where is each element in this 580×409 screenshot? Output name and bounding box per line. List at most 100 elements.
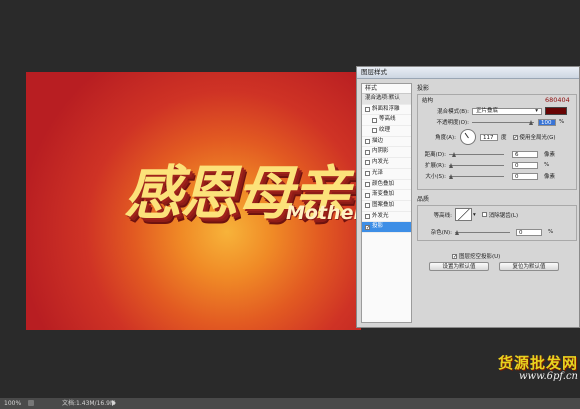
style-item[interactable]: 内发光 [362,158,411,169]
status-icon [28,400,34,406]
angle-label: 角度(A): [435,135,456,141]
style-item[interactable]: 光泽 [362,169,411,180]
global-light-label: 使用全局光(G) [519,135,556,141]
noise-input[interactable]: 0 [516,228,542,236]
spread-input[interactable]: 0 [512,161,538,169]
chevron-down-icon: ▾ [535,107,538,114]
structure-group: 结构 680404 混合模式(B): 正片叠底 ▾ 不透明度(O): 100 %… [417,94,577,190]
reset-default-button[interactable]: 复位为默认值 [499,262,559,271]
blend-mode-select[interactable]: 正片叠底 ▾ [472,107,542,115]
style-item-label: 内发光 [372,159,389,166]
spread-label: 扩展(R): [425,163,446,169]
style-checkbox[interactable] [365,203,370,209]
size-unit: 像素 [544,174,556,180]
structure-label: 结构 [422,98,434,104]
style-item-label: 图案叠加 [372,201,395,208]
spread-slider[interactable] [449,162,504,169]
opacity-label: 不透明度(O): [436,120,469,126]
watermark: 货源批发网 www.6pf.cn [478,352,578,382]
style-item-label: 颜色叠加 [372,180,395,187]
zoom-level[interactable]: 100% [4,398,21,409]
angle-input[interactable]: 117 [480,133,498,141]
knockout-label: 图层挖空投影(U) [459,254,501,260]
style-checkbox[interactable] [372,128,377,134]
style-checkbox[interactable] [365,213,370,219]
size-label: 大小(S): [425,174,446,180]
style-item[interactable]: 混合选项:默认 [362,94,411,105]
style-item[interactable]: 纹理 [362,126,411,137]
noise-label: 杂色(N): [430,230,452,236]
watermark-url: www.6pf.cn [519,371,578,382]
style-item[interactable]: 描边 [362,137,411,148]
blend-mode-label: 混合模式(B): [437,109,469,115]
document-canvas[interactable]: 感恩母亲 Mother [26,72,361,330]
shadow-color-swatch[interactable] [545,107,567,115]
spread-unit: % [544,162,550,168]
style-item[interactable]: 外发光 [362,212,411,223]
workspace: 感恩母亲 Mother 图层样式 样式 混合选项:默认 斜面和浮雕 等高线 纹理 描边内… [0,0,580,398]
style-item-label: 光泽 [372,169,384,176]
play-icon[interactable] [112,400,116,406]
angle-dial[interactable] [460,129,476,145]
opacity-slider[interactable] [472,119,534,126]
style-item[interactable]: 等高线 [362,115,411,127]
knockout-checkbox[interactable] [452,253,457,259]
distance-input[interactable]: 6 [512,150,538,158]
global-light-checkbox[interactable] [512,134,518,140]
style-checkbox[interactable] [365,107,370,113]
opacity-input[interactable]: 100 [538,118,556,126]
style-item[interactable]: 颜色叠加 [362,180,411,191]
style-item-label: 混合选项:默认 [365,95,400,101]
document-info: 文档:1.43M/16.9M [62,400,116,407]
styles-list: 样式 混合选项:默认斜面和浮雕等高线 纹理描边 内阴影内发光光泽颜色叠加渐变叠加图案… [361,83,412,323]
size-input[interactable]: 0 [512,172,538,180]
style-item[interactable]: 渐变叠加 [362,190,411,201]
opacity-unit: % [559,119,565,125]
shadow-color-hex: 680404 [545,96,570,104]
slider-thumb[interactable] [529,119,533,125]
distance-unit: 像素 [544,152,556,158]
style-item[interactable]: 斜面和浮雕 [362,105,411,116]
status-bar: 100% 文档:1.43M/16.9M [0,398,580,409]
style-item[interactable]: 图案叠加 [362,201,411,212]
styles-header: 样式 [362,84,411,94]
style-checkbox[interactable] [365,181,370,187]
blend-mode-value: 正片叠底 [476,107,499,114]
distance-slider[interactable] [449,151,504,158]
style-checkbox[interactable] [365,171,370,177]
quality-group: 等高线: ▾ 消除锯齿(L) 杂色(N): 0 % [417,205,577,241]
style-item-label: 斜面和浮雕 [372,105,400,112]
slider-thumb[interactable] [449,173,453,179]
style-item-label: 渐变叠加 [372,191,395,198]
style-item-label: 外发光 [372,212,389,219]
contour-label: 等高线: [433,212,452,219]
noise-unit: % [548,229,554,235]
canvas-subtitle-text: Mother [286,202,361,224]
style-checkbox[interactable] [372,117,377,123]
contour-picker[interactable] [455,208,472,221]
layer-style-dialog: 图层样式 样式 混合选项:默认斜面和浮雕等高线 纹理描边 内阴影内发光光泽颜色叠加渐… [356,66,580,328]
style-item-label: 投影 [372,223,384,230]
antialias-checkbox[interactable] [481,212,487,217]
antialias-label: 消除锯齿(L) [488,212,519,219]
set-default-button[interactable]: 设置为默认值 [429,262,489,271]
slider-thumb[interactable] [455,229,459,235]
style-checkbox[interactable] [365,160,370,166]
chevron-down-icon[interactable]: ▾ [473,212,476,218]
style-item[interactable]: 内阴影 [362,147,411,159]
style-checkbox[interactable] [365,139,370,145]
slider-thumb[interactable] [451,151,456,157]
style-item-label: 纹理 [379,127,391,134]
size-slider[interactable] [449,173,504,180]
section-title: 投影 [417,85,430,92]
dialog-title: 图层样式 [357,67,579,79]
slider-thumb[interactable] [449,162,453,168]
style-item[interactable]: 投影 [362,222,411,233]
drop-shadow-panel: 投影 结构 680404 混合模式(B): 正片叠底 ▾ 不透明度(O): 10… [417,83,577,271]
style-item-label: 内阴影 [372,148,389,155]
noise-slider[interactable] [455,229,510,236]
style-checkbox[interactable] [365,224,370,230]
distance-label: 距离(D): [424,152,446,158]
style-checkbox[interactable] [365,149,370,155]
style-checkbox[interactable] [365,192,370,198]
